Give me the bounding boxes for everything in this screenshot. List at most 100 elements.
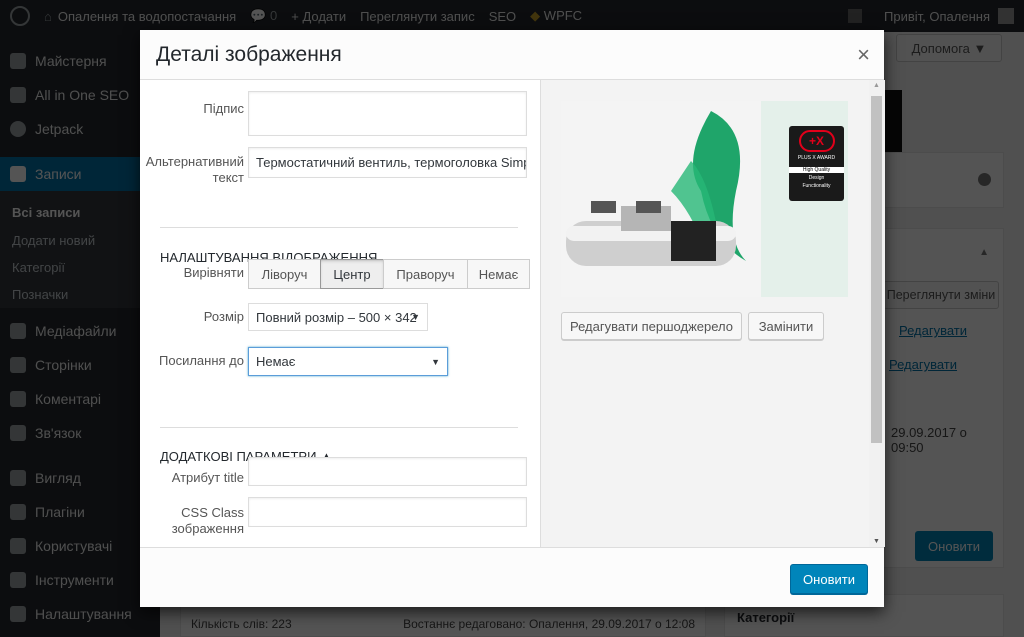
media-icon [10, 323, 26, 339]
scrollbar-thumb[interactable] [871, 96, 882, 443]
scroll-down-icon[interactable]: ▼ [873, 538, 880, 545]
menu-settings[interactable]: Налаштування [0, 597, 160, 631]
divider [160, 227, 518, 228]
alt-text-input[interactable]: Термостатичний вентиль, термоголовка Sim… [248, 147, 527, 178]
modal-header: Деталі зображення × [140, 30, 884, 80]
menu-label: Зв'язок [35, 425, 82, 441]
menu-aioseo[interactable]: All in One SEO [0, 78, 160, 112]
scroll-up-icon[interactable]: ▲ [873, 82, 880, 89]
add-label: Додати [302, 8, 347, 24]
menu-media[interactable]: Медіафайли [0, 314, 160, 348]
menu-label: Jetpack [35, 121, 84, 137]
menu-label: Користувачі [35, 538, 113, 554]
last-edited: Востаннє редаговано: Опалення, 29.09.201… [403, 617, 695, 631]
menu-contact[interactable]: Зв'язок [0, 416, 160, 450]
align-left-button[interactable]: Ліворуч [248, 259, 321, 289]
image-settings-pane: Підпис Альтернативний текст Термостатичн… [140, 80, 540, 547]
caption-label: Підпис [203, 101, 244, 116]
menu-appearance[interactable]: Вигляд [0, 461, 160, 495]
link-to-value: Немає [256, 354, 296, 369]
submenu-tags[interactable]: Позначки [12, 287, 68, 302]
css-class-input[interactable] [248, 497, 527, 527]
align-right-button[interactable]: Праворуч [383, 259, 468, 289]
size-value: Повний розмір – 500 × 342 [256, 309, 417, 325]
menu-label: Плагіни [35, 504, 85, 520]
site-name-link[interactable]: Опалення та водопостачання [58, 9, 236, 24]
pages-icon [10, 357, 26, 373]
title-attribute-label: Атрибут title [171, 470, 244, 485]
menu-comments[interactable]: Коментарі [0, 382, 160, 416]
wrench-icon [10, 572, 26, 588]
award-badge: +X PLUS X AWARD High Quality Design Functio… [789, 126, 844, 201]
admin-sidebar: Майстерня All in One SEO Jetpack Записи … [0, 32, 160, 637]
home-icon: ⌂ [44, 8, 52, 24]
chevron-down-icon: ▼ [431, 356, 440, 367]
size-select[interactable]: Повний розмір – 500 × 342 ▼ [248, 303, 428, 331]
jetpack-icon [10, 121, 26, 137]
seo-link[interactable]: SEO [489, 9, 516, 24]
wpfc-link[interactable]: ◆ WPFC [530, 8, 582, 24]
menu-label: Записи [35, 166, 82, 182]
word-count: Кількість слів: 223 [191, 617, 292, 631]
image-preview-pane: +X PLUS X AWARD High Quality Design Functio… [540, 80, 885, 547]
mail-icon [10, 425, 26, 441]
menu-tools[interactable]: Інструменти [0, 563, 160, 597]
shield-icon [10, 87, 26, 103]
dashboard-icon [10, 53, 26, 69]
align-buttonset: Ліворуч Центр Праворуч Немає [248, 259, 530, 289]
menu-users[interactable]: Користувачі [0, 529, 160, 563]
wpfc-label: WPFC [543, 8, 583, 23]
align-none-button[interactable]: Немає [467, 259, 530, 289]
comments-icon [10, 391, 26, 407]
add-new-link[interactable]: + Додати [291, 9, 346, 24]
scrollbar[interactable]: ▲ ▼ [869, 80, 885, 547]
bg-update-button[interactable]: Оновити [915, 531, 993, 561]
avatar[interactable] [998, 8, 1014, 24]
css-class-label: CSS Class зображення [171, 505, 244, 536]
notification-icon[interactable] [848, 9, 863, 23]
menu-jetpack[interactable]: Jetpack [0, 112, 160, 146]
plugin-icon [10, 504, 26, 520]
modal-title: Деталі зображення [156, 43, 342, 66]
align-center-button[interactable]: Центр [320, 259, 384, 289]
link-to-label: Посилання до [159, 353, 244, 368]
brush-icon [10, 470, 26, 486]
pin-icon [10, 166, 26, 182]
menu-label: All in One SEO [35, 87, 130, 103]
menu-label: Вигляд [35, 470, 81, 486]
menu-plugins[interactable]: Плагіни [0, 495, 160, 529]
edit-visibility-link[interactable]: Редагувати [889, 357, 957, 372]
comments-link[interactable]: 💬 0 [250, 8, 277, 24]
link-to-select[interactable]: Немає ▼ [248, 347, 448, 376]
edit-original-button[interactable]: Редагувати першоджерело [561, 312, 742, 340]
close-icon[interactable]: × [857, 42, 870, 68]
remove-icon[interactable] [978, 173, 991, 186]
caption-textarea[interactable] [248, 91, 527, 136]
view-post-link[interactable]: Переглянути запис [360, 9, 475, 24]
submenu-categories[interactable]: Категорії [12, 260, 65, 275]
modal-footer: Оновити [140, 547, 884, 607]
admin-bar: ⌂ Опалення та водопостачання 💬 0 + Додати… [0, 0, 1024, 32]
edit-status-link[interactable]: Редагувати [899, 323, 967, 338]
comments-count: 0 [269, 8, 278, 23]
categories-heading: Категорії [737, 610, 795, 625]
menu-label: Інструменти [35, 572, 114, 588]
greeting[interactable]: Привіт, Опалення [884, 9, 990, 24]
menu-label: Медіафайли [35, 323, 117, 339]
menu-posts[interactable]: Записи [0, 157, 160, 191]
wordpress-logo-icon[interactable] [10, 6, 30, 26]
menu-dashboard[interactable]: Майстерня [0, 44, 160, 78]
menu-label: Сторінки [35, 357, 92, 373]
image-preview: +X PLUS X AWARD High Quality Design Functio… [561, 101, 848, 297]
settings-icon [10, 606, 26, 622]
collapse-icon[interactable]: ▲ [979, 247, 989, 258]
title-attribute-input[interactable] [248, 457, 527, 486]
submenu-add-new[interactable]: Додати новий [12, 233, 95, 248]
submenu-all-posts[interactable]: Всі записи [12, 205, 80, 220]
menu-pages[interactable]: Сторінки [0, 348, 160, 382]
help-button[interactable]: Допомога ▼ [896, 34, 1002, 62]
preview-changes-button[interactable]: Переглянути зміни [883, 281, 999, 309]
update-button[interactable]: Оновити [790, 564, 868, 594]
menu-label: Коментарі [35, 391, 102, 407]
replace-button[interactable]: Замінити [748, 312, 824, 340]
